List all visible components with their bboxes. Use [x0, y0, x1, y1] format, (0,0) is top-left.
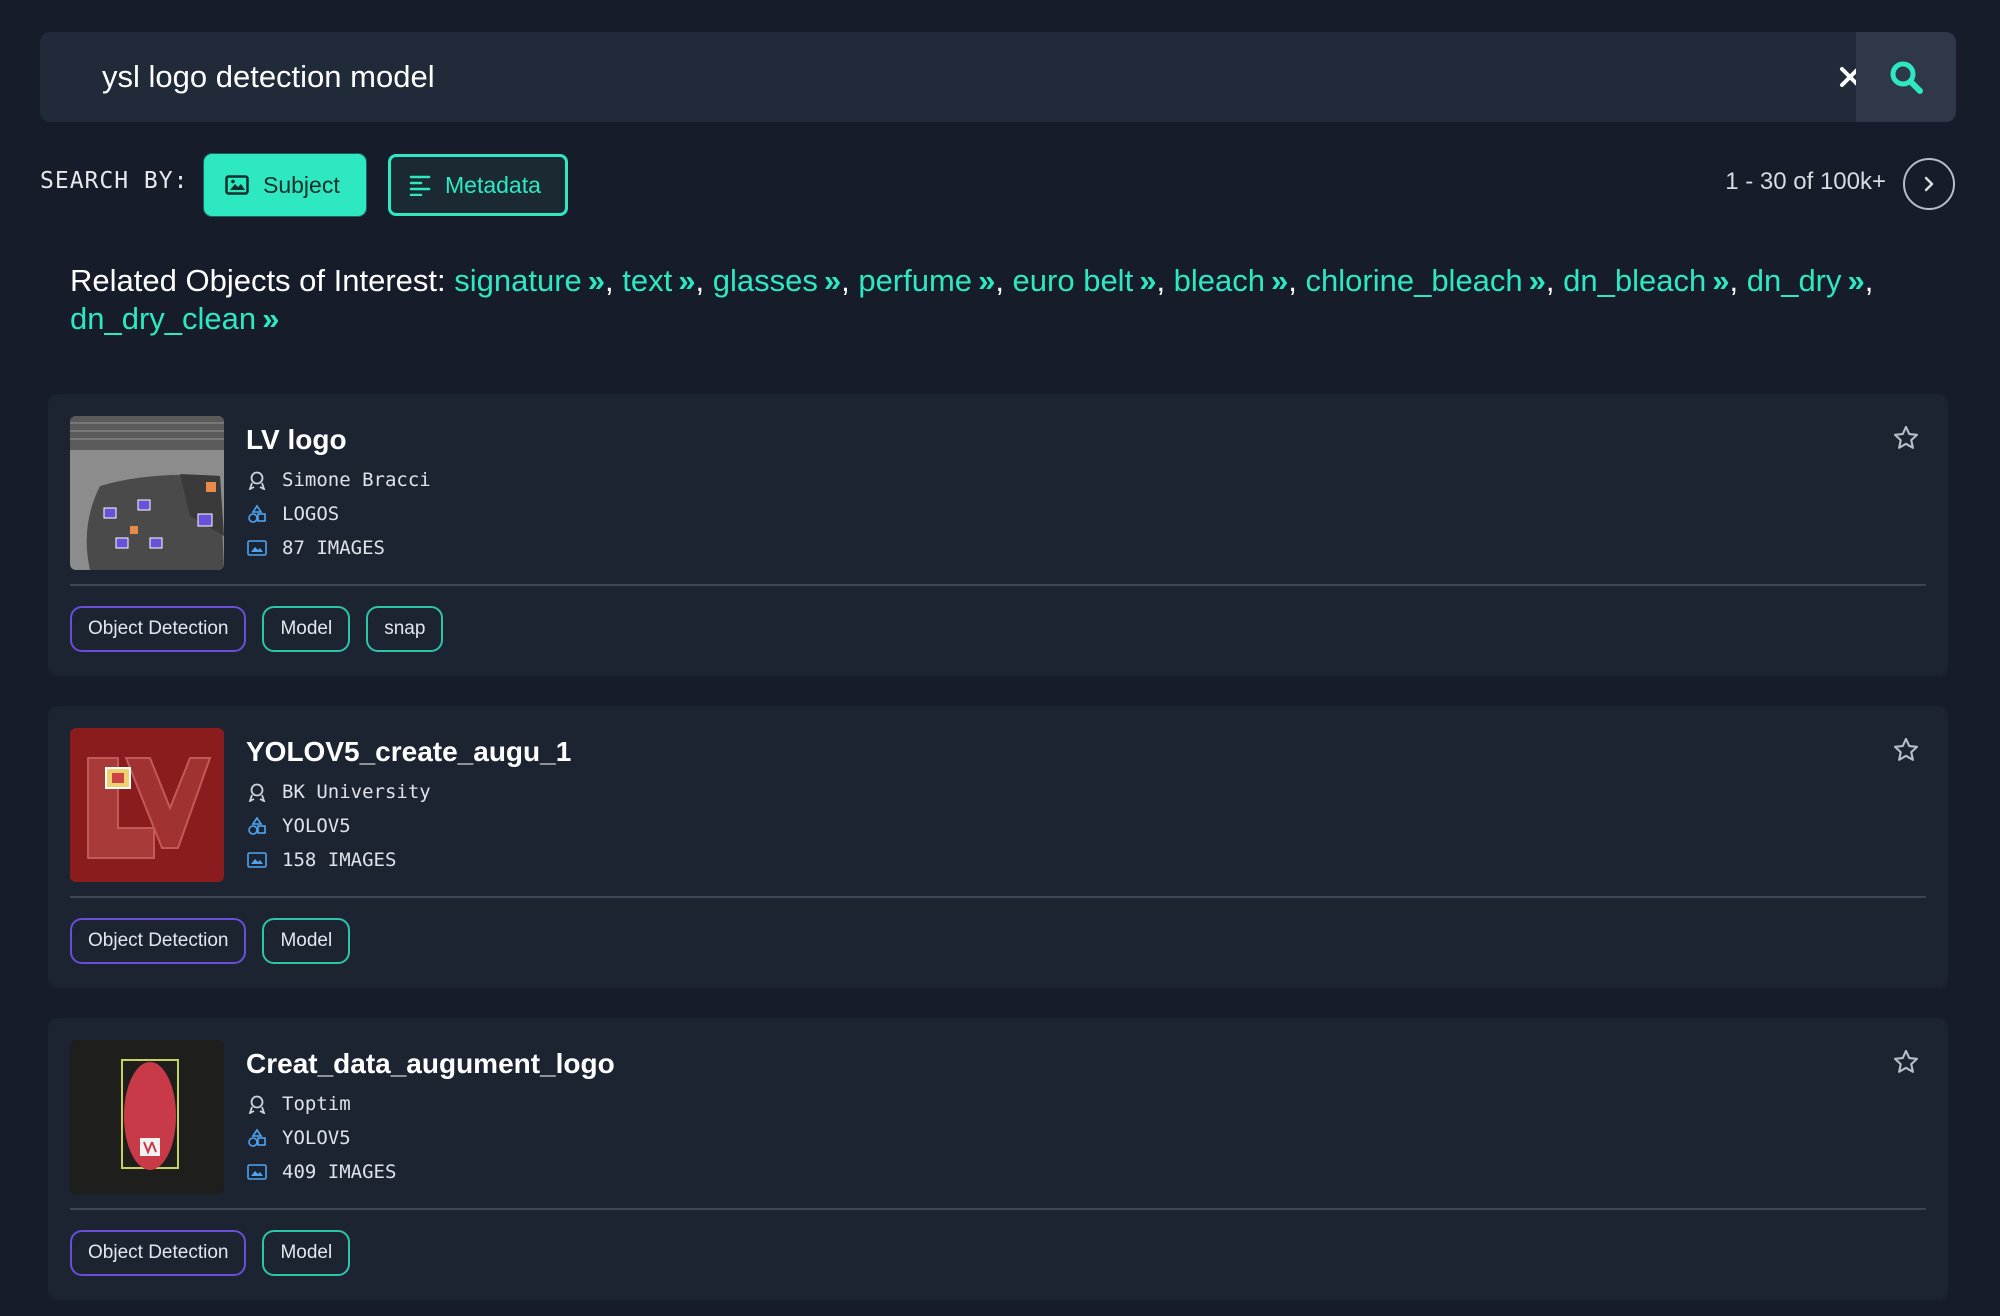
tag-model[interactable]: Model — [262, 918, 351, 964]
author-name: Simone Bracci — [282, 469, 431, 491]
image-count: 409 IMAGES — [282, 1161, 397, 1183]
list-icon — [409, 175, 431, 196]
tag-list: Object Detection Model — [70, 918, 351, 964]
related-link-glasses[interactable]: glasses» — [713, 263, 841, 298]
result-card[interactable]: LV logo Simone Bracci LOGOS 87 IMAGES Ob… — [48, 394, 1948, 676]
result-thumbnail — [70, 1040, 224, 1194]
double-chevron-icon: » — [1271, 263, 1289, 298]
author-icon — [246, 1093, 268, 1115]
image-count: 158 IMAGES — [282, 849, 397, 871]
tag-object-detection[interactable]: Object Detection — [70, 606, 247, 652]
double-chevron-icon: » — [678, 263, 696, 298]
result-card[interactable]: Creat_data_augument_logo Toptim YOLOV5 4… — [48, 1018, 1948, 1300]
result-card[interactable]: YOLOV5_create_augu_1 BK University YOLOV… — [48, 706, 1948, 988]
tag-model[interactable]: Model — [262, 606, 351, 652]
search-by-metadata-button[interactable]: Metadata — [388, 154, 568, 216]
star-icon[interactable] — [1892, 1048, 1920, 1076]
double-chevron-icon: » — [262, 301, 280, 336]
category-name: LOGOS — [282, 503, 340, 525]
related-link-euro-belt[interactable]: euro belt» — [1013, 263, 1157, 298]
result-author: BK University — [246, 778, 431, 806]
pagination-text: 1 - 30 of 100k+ — [1725, 168, 1886, 195]
category-name: YOLOV5 — [282, 815, 351, 837]
double-chevron-icon: » — [823, 263, 842, 298]
related-link-bleach[interactable]: bleach» — [1174, 263, 1289, 298]
double-chevron-icon: » — [1847, 263, 1865, 298]
author-name: BK University — [282, 781, 431, 803]
related-link-dn-dry[interactable]: dn_dry» — [1747, 263, 1865, 298]
tag-snap[interactable]: snap — [366, 606, 444, 652]
search-by-subject-button[interactable]: Subject — [204, 154, 366, 216]
metadata-label: Metadata — [445, 171, 541, 198]
result-image-count: 87 IMAGES — [246, 534, 385, 562]
search-icon — [1890, 61, 1923, 94]
result-category: YOLOV5 — [246, 1124, 351, 1152]
search-input[interactable] — [102, 32, 1802, 122]
result-title[interactable]: YOLOV5_create_augu_1 — [246, 736, 571, 768]
result-title[interactable]: LV logo — [246, 424, 347, 456]
images-icon — [246, 1161, 268, 1183]
tag-list: Object Detection Model snap — [70, 606, 444, 652]
shapes-icon — [246, 503, 268, 525]
tag-model[interactable]: Model — [262, 1230, 351, 1276]
shapes-icon — [246, 1127, 268, 1149]
related-objects: Related Objects of Interest: signature»,… — [70, 263, 1874, 336]
search-button[interactable] — [1856, 32, 1956, 122]
card-divider — [70, 1208, 1926, 1210]
author-icon — [246, 469, 268, 491]
subject-label: Subject — [263, 171, 340, 198]
related-link-signature[interactable]: signature» — [454, 263, 605, 298]
tag-object-detection[interactable]: Object Detection — [70, 1230, 247, 1276]
image-count: 87 IMAGES — [282, 537, 385, 559]
double-chevron-icon: » — [1139, 263, 1157, 298]
related-link-perfume[interactable]: perfume» — [858, 263, 995, 298]
images-icon — [246, 537, 268, 559]
card-divider — [70, 896, 1926, 898]
result-title[interactable]: Creat_data_augument_logo — [246, 1048, 615, 1080]
tag-object-detection[interactable]: Object Detection — [70, 918, 247, 964]
result-category: YOLOV5 — [246, 812, 351, 840]
shapes-icon — [246, 815, 268, 837]
related-label: Related Objects of Interest: — [70, 263, 446, 298]
image-icon — [225, 175, 249, 195]
tag-list: Object Detection Model — [70, 1230, 351, 1276]
double-chevron-icon: » — [1528, 263, 1546, 298]
card-divider — [70, 584, 1926, 586]
category-name: YOLOV5 — [282, 1127, 351, 1149]
search-bar — [40, 32, 1956, 122]
double-chevron-icon: » — [587, 263, 606, 298]
images-icon — [246, 849, 268, 871]
double-chevron-icon: » — [1712, 263, 1730, 298]
author-icon — [246, 781, 268, 803]
related-link-dn-dry-clean[interactable]: dn_dry_clean» — [70, 301, 279, 336]
result-thumbnail — [70, 728, 224, 882]
search-by-label: SEARCH BY: — [40, 168, 189, 194]
star-icon[interactable] — [1892, 736, 1920, 764]
related-link-text[interactable]: text» — [622, 263, 695, 298]
result-thumbnail — [70, 416, 224, 570]
chevron-right-icon — [1924, 176, 1934, 192]
author-name: Toptim — [282, 1093, 351, 1115]
double-chevron-icon: » — [978, 263, 996, 298]
star-icon[interactable] — [1892, 424, 1920, 452]
result-author: Simone Bracci — [246, 466, 431, 494]
result-category: LOGOS — [246, 500, 339, 528]
related-link-chlorine-bleach[interactable]: chlorine_bleach» — [1306, 263, 1546, 298]
related-link-dn-bleach[interactable]: dn_bleach» — [1563, 263, 1729, 298]
result-image-count: 158 IMAGES — [246, 846, 396, 874]
next-page-button[interactable] — [1903, 158, 1955, 210]
result-image-count: 409 IMAGES — [246, 1158, 396, 1186]
result-author: Toptim — [246, 1090, 351, 1118]
